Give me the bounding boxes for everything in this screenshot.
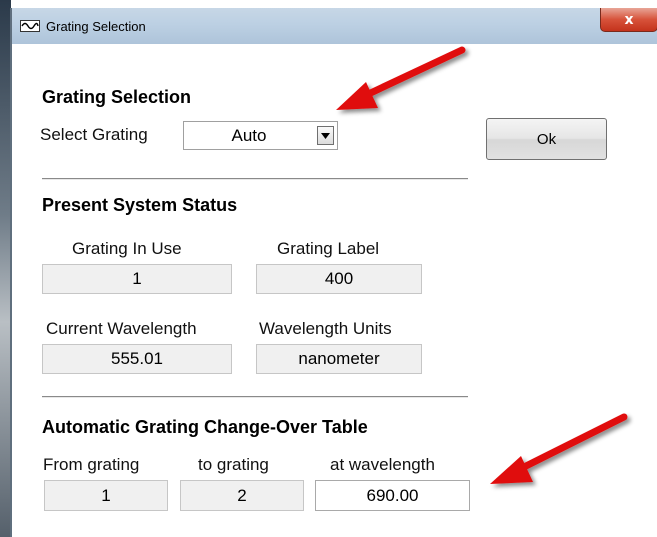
annotation-arrow <box>336 46 466 110</box>
annotation-layer <box>336 46 628 484</box>
annotation-arrow <box>490 413 628 484</box>
